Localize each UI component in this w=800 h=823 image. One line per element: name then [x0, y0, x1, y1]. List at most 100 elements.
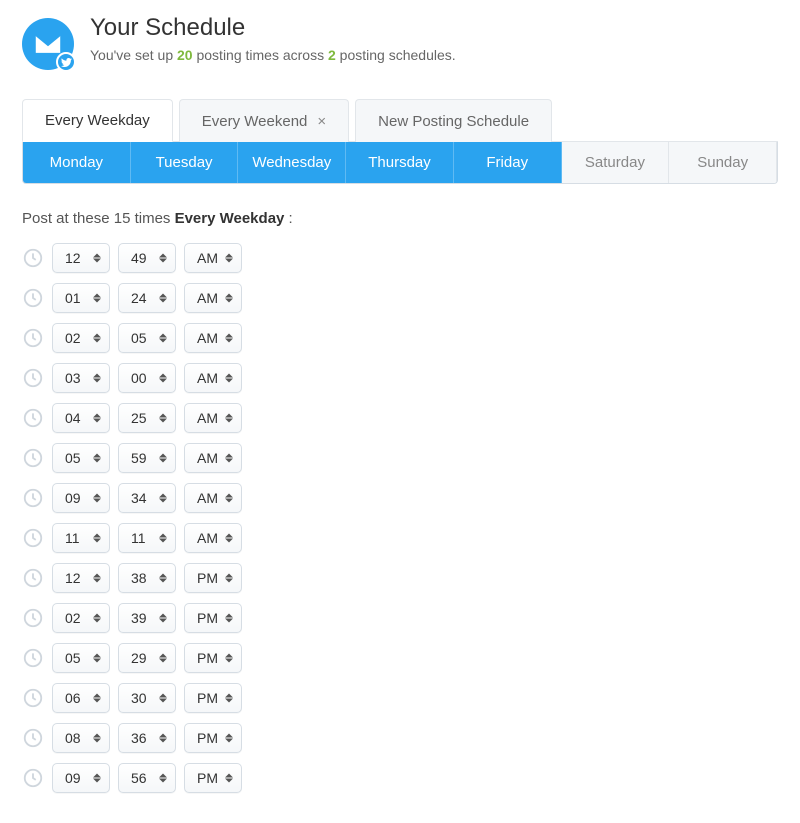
minute-select-value: 49 — [131, 250, 147, 266]
hour-select[interactable]: 05 — [52, 443, 110, 473]
hour-select[interactable]: 04 — [52, 403, 110, 433]
day-thursday[interactable]: Thursday — [346, 142, 454, 183]
clock-icon — [22, 327, 44, 349]
minute-select[interactable]: 11 — [118, 523, 176, 553]
ampm-select[interactable]: AM — [184, 283, 242, 313]
day-tuesday[interactable]: Tuesday — [131, 142, 239, 183]
tab-label: Every Weekend — [202, 113, 308, 130]
stepper-icon — [159, 734, 167, 743]
ampm-select[interactable]: AM — [184, 323, 242, 353]
ampm-select[interactable]: AM — [184, 523, 242, 553]
time-row: 05 29 PM — [22, 643, 778, 673]
minute-select-value: 30 — [131, 690, 147, 706]
minute-select[interactable]: 39 — [118, 603, 176, 633]
hour-select-value: 01 — [65, 290, 81, 306]
hour-select[interactable]: 12 — [52, 563, 110, 593]
time-row: 09 34 AM — [22, 483, 778, 513]
times-count: 20 — [177, 47, 193, 63]
clock-icon — [22, 367, 44, 389]
minute-select-value: 11 — [131, 530, 146, 546]
minute-select[interactable]: 49 — [118, 243, 176, 273]
stepper-icon — [159, 414, 167, 423]
hour-select[interactable]: 09 — [52, 483, 110, 513]
title-block: Your Schedule You've set up 20 posting t… — [90, 14, 456, 63]
day-wednesday[interactable]: Wednesday — [238, 142, 346, 183]
subtitle-post: posting schedules. — [336, 47, 456, 63]
minute-select[interactable]: 36 — [118, 723, 176, 753]
stepper-icon — [225, 374, 233, 383]
day-saturday[interactable]: Saturday — [562, 142, 670, 183]
ampm-select[interactable]: PM — [184, 643, 242, 673]
minute-select-value: 38 — [131, 570, 147, 586]
minute-select[interactable]: 59 — [118, 443, 176, 473]
clock-icon — [22, 567, 44, 589]
close-icon[interactable]: × — [317, 113, 326, 130]
subtitle-pre: You've set up — [90, 47, 177, 63]
ampm-select[interactable]: AM — [184, 443, 242, 473]
minute-select-value: 29 — [131, 650, 147, 666]
stepper-icon — [93, 374, 101, 383]
time-row: 09 56 PM — [22, 763, 778, 793]
ampm-select[interactable]: AM — [184, 363, 242, 393]
tab-every-weekend[interactable]: Every Weekend × — [179, 99, 349, 142]
minute-select[interactable]: 00 — [118, 363, 176, 393]
tab-label: Every Weekday — [45, 112, 150, 129]
stepper-icon — [159, 294, 167, 303]
ampm-select-value: AM — [197, 530, 218, 546]
time-row: 03 00 AM — [22, 363, 778, 393]
ampm-select-value: AM — [197, 330, 218, 346]
hour-select-value: 04 — [65, 410, 81, 426]
stepper-icon — [93, 494, 101, 503]
ampm-select[interactable]: PM — [184, 563, 242, 593]
hour-select-value: 02 — [65, 610, 81, 626]
hour-select[interactable]: 11 — [52, 523, 110, 553]
minute-select[interactable]: 34 — [118, 483, 176, 513]
ampm-select[interactable]: PM — [184, 723, 242, 753]
day-monday[interactable]: Monday — [23, 142, 131, 183]
stepper-icon — [225, 614, 233, 623]
day-friday[interactable]: Friday — [454, 142, 562, 183]
tab-every-weekday[interactable]: Every Weekday — [22, 99, 173, 142]
tab-new-posting-schedule[interactable]: New Posting Schedule — [355, 99, 552, 142]
minute-select[interactable]: 30 — [118, 683, 176, 713]
hour-select-value: 06 — [65, 690, 81, 706]
hour-select[interactable]: 06 — [52, 683, 110, 713]
minute-select[interactable]: 56 — [118, 763, 176, 793]
day-sunday[interactable]: Sunday — [669, 142, 777, 183]
stepper-icon — [225, 654, 233, 663]
stepper-icon — [225, 734, 233, 743]
minute-select[interactable]: 05 — [118, 323, 176, 353]
brand-icon — [22, 18, 74, 70]
ampm-select[interactable]: PM — [184, 683, 242, 713]
minute-select[interactable]: 25 — [118, 403, 176, 433]
ampm-select[interactable]: PM — [184, 763, 242, 793]
stepper-icon — [159, 534, 167, 543]
clock-icon — [22, 447, 44, 469]
hour-select[interactable]: 02 — [52, 603, 110, 633]
hour-select[interactable]: 08 — [52, 723, 110, 753]
ampm-select[interactable]: AM — [184, 403, 242, 433]
hour-select[interactable]: 05 — [52, 643, 110, 673]
hour-select-value: 03 — [65, 370, 81, 386]
hour-select[interactable]: 09 — [52, 763, 110, 793]
hour-select[interactable]: 01 — [52, 283, 110, 313]
hour-select[interactable]: 02 — [52, 323, 110, 353]
stepper-icon — [93, 574, 101, 583]
hour-select-value: 11 — [65, 530, 80, 546]
ampm-select[interactable]: PM — [184, 603, 242, 633]
times-caption: Post at these 15 times Every Weekday : — [22, 210, 778, 227]
stepper-icon — [159, 374, 167, 383]
stepper-icon — [225, 774, 233, 783]
day-selector: MondayTuesdayWednesdayThursdayFridaySatu… — [22, 142, 778, 184]
hour-select-value: 08 — [65, 730, 81, 746]
stepper-icon — [225, 494, 233, 503]
stepper-icon — [159, 494, 167, 503]
hour-select[interactable]: 12 — [52, 243, 110, 273]
minute-select[interactable]: 24 — [118, 283, 176, 313]
ampm-select-value: AM — [197, 370, 218, 386]
minute-select[interactable]: 29 — [118, 643, 176, 673]
ampm-select[interactable]: AM — [184, 483, 242, 513]
ampm-select[interactable]: AM — [184, 243, 242, 273]
hour-select[interactable]: 03 — [52, 363, 110, 393]
minute-select[interactable]: 38 — [118, 563, 176, 593]
